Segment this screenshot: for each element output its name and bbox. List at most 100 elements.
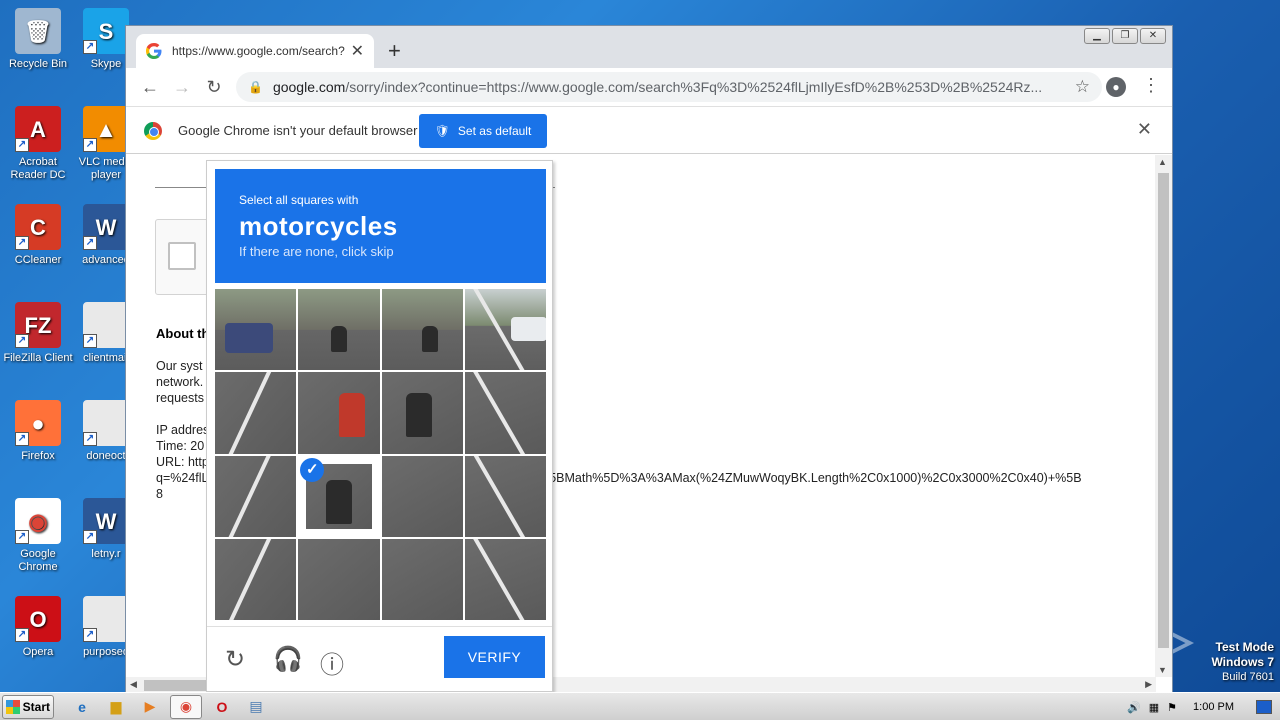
opera-taskbar-icon[interactable]: O (208, 695, 236, 719)
desktop-icon-recycle-bin[interactable]: 🗑 Recycle Bin (0, 8, 76, 71)
default-browser-infobar: Google Chrome isn't your default browser… (126, 106, 1172, 154)
scroll-down-icon[interactable]: ▼ (1158, 665, 1167, 675)
tile-image (298, 372, 380, 454)
tab-close-icon[interactable]: ✕ (351, 41, 364, 61)
desktop-icon-image: S ↗ (83, 8, 129, 54)
captcha-tile[interactable] (298, 372, 380, 454)
captcha-tile[interactable] (464, 372, 546, 454)
browser-toolbar: ← → ↻ 🔒 google.com/sorry/index?continue=… (126, 68, 1172, 106)
desktop-icon-image: W ↗ (83, 204, 129, 250)
active-tab[interactable]: https://www.google.com/search?q= ✕ (136, 34, 374, 68)
captcha-tile[interactable] (381, 538, 463, 620)
motorcycle-rider (330, 325, 347, 352)
scroll-up-icon[interactable]: ▲ (1158, 157, 1167, 167)
motorcycle-rider (405, 392, 432, 437)
desktop-icon-image: O ↗ (15, 596, 61, 642)
desktop-icon-opera[interactable]: O ↗ Opera (0, 596, 76, 659)
address-bar[interactable]: 🔒 google.com/sorry/index?continue=https:… (236, 72, 1102, 102)
clock[interactable]: 1:00 PM (1193, 701, 1234, 713)
image-grid: ✓ (215, 289, 546, 620)
lane-marking (227, 455, 272, 537)
test-mode-watermark: Test Mode Windows 7 Build 7601 (1211, 640, 1274, 683)
captcha-tile[interactable] (464, 538, 546, 620)
captcha-tile[interactable] (298, 538, 380, 620)
recaptcha-checkbox[interactable] (168, 242, 196, 270)
set-as-default-button[interactable]: 🛡 Set as default (419, 114, 547, 148)
tile-image (381, 289, 463, 371)
tile-image (298, 538, 380, 620)
captcha-tile[interactable] (381, 372, 463, 454)
tile-image (464, 289, 546, 371)
desktop-icon-image: C ↗ (15, 204, 61, 250)
desktop-icon-image: ▲ ↗ (83, 106, 129, 152)
captcha-tile[interactable] (215, 372, 297, 454)
vertical-scrollbar[interactable]: ▲ ▼ (1155, 155, 1172, 677)
media-player-icon[interactable]: ▶ (136, 695, 164, 719)
desktop-icon-filezilla-client[interactable]: FZ ↗ FileZilla Client (0, 302, 76, 365)
tile-image (215, 455, 297, 537)
profile-avatar-icon[interactable]: ● (1106, 77, 1126, 97)
back-arrow-icon[interactable]: ← (134, 77, 166, 98)
captcha-tile[interactable] (215, 455, 297, 537)
desktop-icon-firefox[interactable]: ● ↗ Firefox (0, 400, 76, 463)
new-tab-button[interactable]: + (388, 38, 401, 64)
action-center-flag-icon[interactable]: ⚑ (1167, 701, 1177, 714)
captcha-tile[interactable] (464, 455, 546, 537)
network-icon[interactable]: ▦ (1149, 701, 1159, 714)
chrome-taskbar-icon[interactable]: ◉ (170, 694, 202, 719)
desktop-icon-google-chrome[interactable]: ◉ ↗ Google Chrome (0, 498, 76, 574)
desktop-icon-image: ↗ (83, 596, 129, 642)
captcha-tile[interactable] (381, 455, 463, 537)
tile-image (215, 538, 297, 620)
desktop-icon-label: Firefox (21, 450, 55, 462)
vertical-scroll-thumb[interactable] (1158, 173, 1169, 648)
shortcut-arrow-icon: ↗ (15, 236, 29, 250)
verify-button[interactable]: VERIFY (444, 636, 545, 678)
lane-marking (473, 455, 526, 537)
scroll-left-icon[interactable]: ◀ (130, 679, 137, 690)
lane-marking (227, 372, 272, 454)
menu-dots-icon[interactable]: ⋮ (1142, 75, 1160, 96)
challenge-footer: ↻ 🎧 ⓘ VERIFY (207, 626, 552, 692)
volume-icon[interactable]: 🔊 (1127, 701, 1141, 714)
desktop-icon-ccleaner[interactable]: C ↗ CCleaner (0, 204, 76, 267)
lane-marking (473, 372, 526, 454)
challenge-target: motorcycles (239, 211, 398, 241)
captcha-tile[interactable] (381, 289, 463, 371)
start-button[interactable]: Start (2, 694, 54, 719)
shortcut-arrow-icon: ↗ (15, 334, 29, 348)
captcha-tile[interactable] (215, 538, 297, 620)
reload-challenge-icon[interactable]: ↻ (225, 645, 245, 674)
close-window-button[interactable]: ✕ (1140, 28, 1166, 44)
show-desktop-button[interactable] (1256, 700, 1272, 714)
infobar-close-icon[interactable]: ✕ (1137, 119, 1152, 140)
restore-button[interactable]: ❐ (1112, 28, 1138, 44)
captcha-tile[interactable] (215, 289, 297, 371)
desktop-icon-image: A ↗ (15, 106, 61, 152)
folder-icon[interactable]: ▆ (102, 695, 130, 719)
tile-image (215, 372, 297, 454)
lane-marking (473, 538, 526, 620)
windows-flag-icon (6, 699, 20, 714)
url-text: google.com/sorry/index?continue=https://… (272, 79, 1043, 95)
reload-icon[interactable]: ↻ (198, 77, 230, 98)
challenge-hint: If there are none, click skip (239, 244, 394, 259)
desktop-icon-label: Recycle Bin (8, 58, 68, 70)
about-heading: About th (156, 326, 210, 341)
notepad-icon[interactable]: ▤ (242, 695, 270, 719)
motorcycle-rider (325, 479, 352, 524)
captcha-tile[interactable] (464, 289, 546, 371)
ie-icon[interactable]: e (68, 695, 96, 719)
minimize-button[interactable]: ▁ (1084, 28, 1110, 44)
audio-headphones-icon[interactable]: 🎧 (273, 645, 303, 674)
bookmark-star-icon[interactable]: ☆ (1075, 77, 1090, 97)
desktop-icon-label: Opera (22, 646, 54, 658)
desktop-icon-acrobat-reader-dc[interactable]: A ↗ Acrobat Reader DC (0, 106, 76, 182)
recaptcha-challenge: Select all squares with motorcycles If t… (206, 160, 553, 692)
captcha-tile[interactable]: ✓ (298, 455, 380, 537)
captcha-tile[interactable] (298, 289, 380, 371)
info-icon[interactable]: ⓘ (320, 645, 344, 680)
desktop-icon-image: ↗ (83, 400, 129, 446)
forward-arrow-icon[interactable]: → (166, 77, 198, 98)
scroll-right-icon[interactable]: ▶ (1145, 679, 1152, 690)
